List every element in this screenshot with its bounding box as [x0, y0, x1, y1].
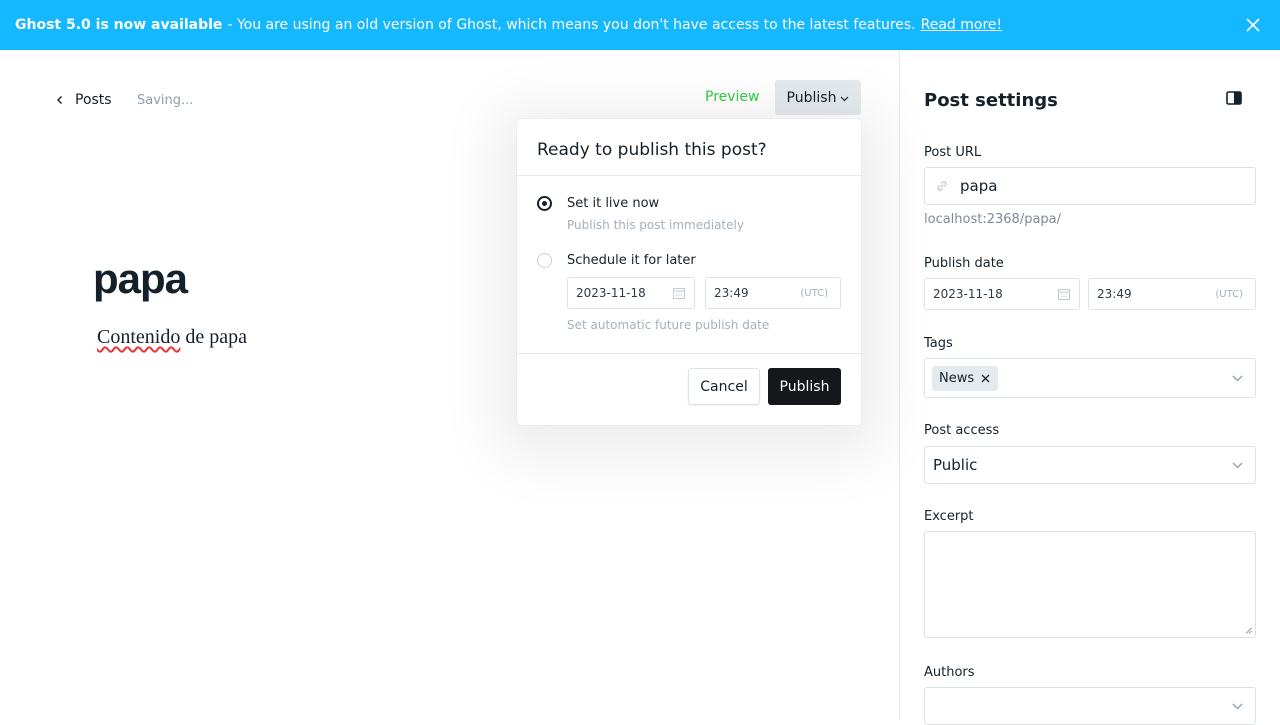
separator [517, 353, 861, 354]
publish-time-value: 23:49 [1097, 287, 1132, 301]
publish-menu-button[interactable]: Publish [775, 80, 861, 115]
chevron-down-icon [841, 96, 849, 101]
post-url-label: Post URL [924, 145, 982, 160]
post-access-label: Post access [924, 423, 1000, 438]
post-url-input[interactable]: papa [924, 167, 1256, 205]
publish-button[interactable]: Publish [768, 368, 841, 405]
timezone-label: (UTC) [800, 287, 828, 299]
tag-chip[interactable]: News [932, 365, 999, 391]
link-icon [937, 181, 947, 191]
chevron-left-icon [57, 96, 62, 104]
body-text-rest: de papa [180, 326, 247, 348]
publish-date-label: Publish date [924, 256, 1004, 271]
publish-date-value: 2023-11-18 [933, 287, 1003, 301]
authors-input[interactable] [924, 687, 1256, 725]
banner-read-more-link[interactable]: Read more! [921, 17, 1003, 33]
schedule-date-input[interactable]: 2023-11-18 [567, 277, 695, 309]
chevron-down-icon [1232, 703, 1243, 710]
post-settings-sidebar: Post settings Post URL papa localhost:23… [900, 50, 1280, 725]
tag-label: News [939, 370, 975, 386]
schedule-date-value: 2023-11-18 [576, 286, 646, 300]
back-to-posts-link[interactable]: Posts [55, 92, 112, 108]
sidebar-title: Post settings [924, 90, 1058, 111]
radio-set-live-now[interactable] [537, 196, 552, 211]
excerpt-label: Excerpt [924, 509, 974, 524]
save-status: Saving... [137, 93, 194, 108]
post-access-select[interactable]: Public [924, 446, 1256, 484]
chevron-down-icon [1232, 462, 1243, 469]
cancel-button[interactable]: Cancel [688, 368, 760, 405]
tags-label: Tags [924, 336, 953, 351]
banner-headline: Ghost 5.0 is now available [15, 17, 223, 33]
preview-button[interactable]: Preview [705, 89, 760, 105]
publish-dropdown-title: Ready to publish this post? [537, 140, 767, 160]
banner-message: - You are using an old version of Ghost,… [227, 17, 916, 33]
close-icon[interactable] [1244, 16, 1262, 34]
publish-dropdown: Ready to publish this post? Set it live … [517, 119, 861, 425]
option-now-label[interactable]: Set it live now [567, 196, 659, 211]
remove-tag-icon[interactable] [981, 374, 990, 383]
post-url-value: papa [960, 177, 998, 195]
radio-schedule-later[interactable] [537, 253, 552, 268]
calendar-icon [673, 288, 685, 299]
post-title[interactable]: papa [93, 255, 188, 303]
calendar-icon [1058, 289, 1070, 300]
post-access-value: Public [933, 456, 978, 474]
option-later-label[interactable]: Schedule it for later [567, 253, 696, 268]
schedule-time-value: 23:49 [714, 286, 749, 300]
excerpt-textarea[interactable] [924, 531, 1256, 638]
option-later-desc: Set automatic future publish date [567, 318, 770, 332]
sidebar-toggle-icon[interactable] [1226, 91, 1242, 105]
post-body[interactable]: Contenido de papa [97, 326, 247, 349]
option-now-desc: Publish this post immediately [567, 218, 744, 232]
timezone-label: (UTC) [1215, 288, 1243, 300]
schedule-time-input[interactable]: 23:49 (UTC) [705, 277, 841, 309]
upgrade-banner: Ghost 5.0 is now available - You are usi… [0, 0, 1280, 50]
back-label: Posts [75, 92, 112, 108]
authors-label: Authors [924, 665, 975, 680]
publish-menu-label: Publish [786, 89, 837, 106]
separator [517, 175, 861, 176]
chevron-down-icon[interactable] [1232, 375, 1243, 382]
resize-handle-icon[interactable] [1245, 627, 1252, 634]
publish-date-input[interactable]: 2023-11-18 [924, 278, 1080, 310]
misspelled-word: Contenido [97, 326, 181, 348]
publish-time-input[interactable]: 23:49 (UTC) [1088, 278, 1256, 310]
post-url-preview: localhost:2368/papa/ [924, 212, 1062, 227]
tags-input[interactable]: News [924, 358, 1256, 398]
